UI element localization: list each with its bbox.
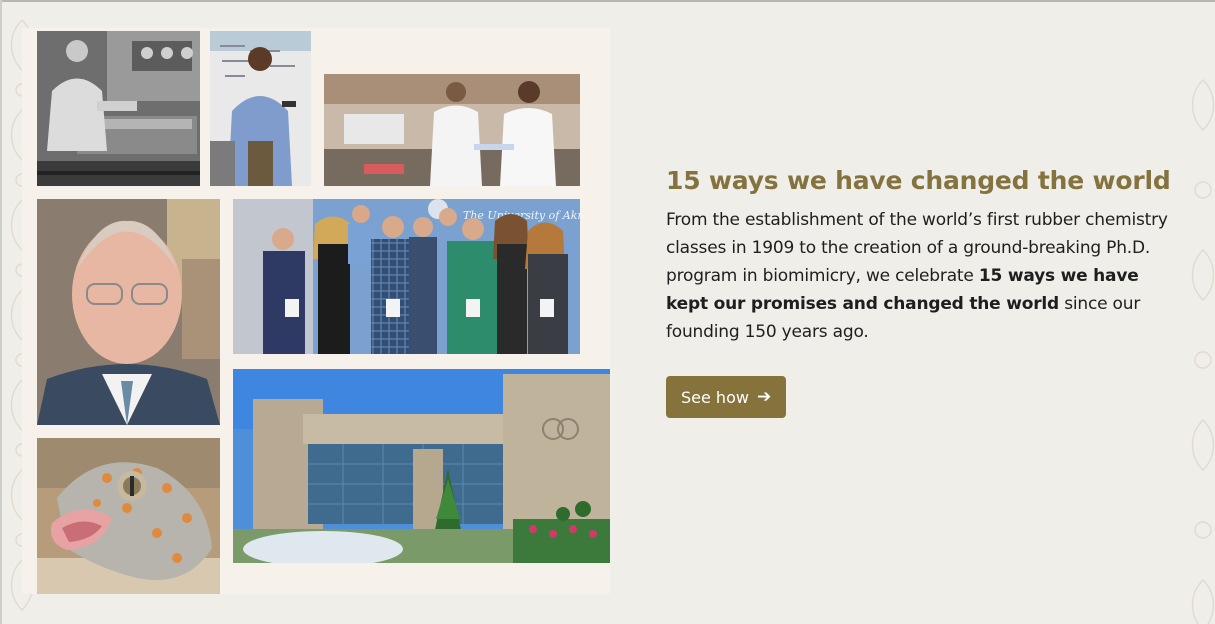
historic-lab-photo xyxy=(37,31,200,186)
student-group-photo: The University of Akron xyxy=(233,199,580,354)
campus-building-photo xyxy=(233,369,610,563)
gecko-photo xyxy=(37,438,220,594)
see-how-label: See how xyxy=(681,387,749,407)
professor-whiteboard-photo xyxy=(210,31,311,186)
see-how-button[interactable]: See how ➔ xyxy=(666,376,787,418)
feature-headline: 15 ways we have changed the world xyxy=(666,166,1171,195)
portrait-photo xyxy=(37,199,220,425)
top-border xyxy=(0,0,1215,2)
feature-content: 15 ways we have changed the world From t… xyxy=(666,164,1186,418)
photo-collage: The University of Akron xyxy=(22,28,610,594)
lab-researchers-photo xyxy=(324,74,580,186)
feature-description: From the establishment of the world’s fi… xyxy=(666,206,1186,346)
arrow-right-icon: ➔ xyxy=(756,387,772,407)
